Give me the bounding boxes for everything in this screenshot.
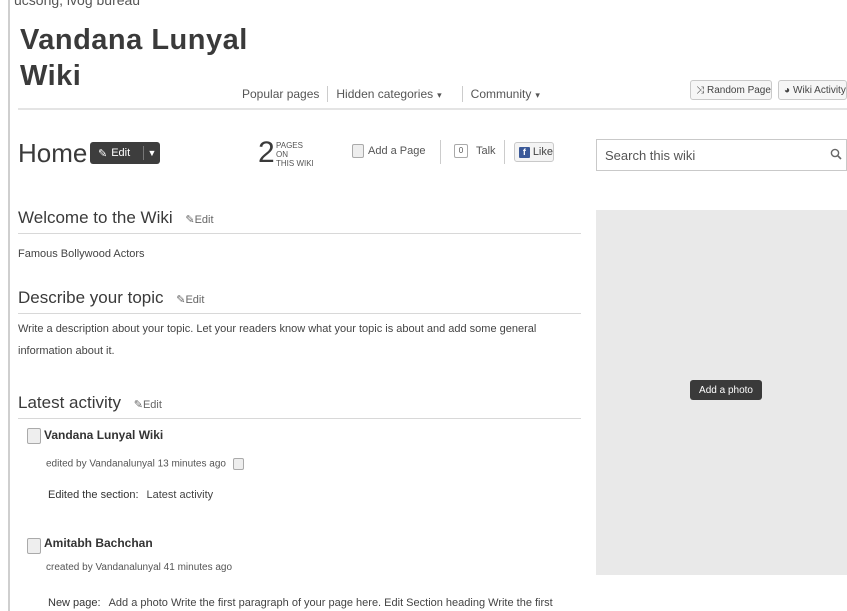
welcome-heading-text: Welcome to the Wiki [18, 208, 173, 227]
pages-count: 2 [258, 136, 275, 169]
edit-button-main[interactable]: ✎ Edit [90, 147, 143, 160]
search-icon[interactable] [830, 148, 842, 160]
header-divider [18, 108, 847, 110]
wiki-title-line1: Vandana Lunyal [20, 24, 248, 56]
nav-community-label: Community [470, 87, 532, 101]
activity-detail-key: Edited the section: [48, 489, 139, 501]
edit-link-label: Edit [194, 214, 214, 226]
facebook-like-button[interactable]: f Like [514, 142, 554, 162]
top-navigation: Popular pages Hidden categories ▾ Communi… [242, 86, 540, 102]
pages-count-label: PAGES ON THIS WIKI [276, 141, 316, 168]
activity-item-title[interactable]: Amitabh Bachchan [44, 536, 153, 550]
add-photo-button[interactable]: Add a photo [690, 380, 762, 400]
nav-hidden-categories-label: Hidden categories [336, 87, 434, 101]
add-page-label: Add a Page [368, 145, 426, 157]
pencil-icon: ✎ [98, 147, 108, 160]
cropped-header-text: ucsong, ivog bureau [14, 0, 141, 8]
activity-icon: ◕ [784, 84, 791, 96]
welcome-text: Famous Bollywood Actors [18, 248, 145, 260]
random-page-button[interactable]: ⤨ Random Page [690, 80, 772, 100]
pencil-icon: ✎ [185, 214, 195, 226]
nav-separator [327, 86, 329, 102]
diff-icon[interactable] [232, 458, 244, 470]
talk-link[interactable]: 0 Talk [454, 144, 496, 158]
wiki-activity-button[interactable]: ◕ Wiki Activity [778, 80, 847, 100]
page-created-icon [27, 538, 41, 554]
add-page-link[interactable]: Add a Page [352, 144, 426, 158]
pages-label-line1: PAGES ON [276, 141, 303, 159]
nav-hidden-categories[interactable]: Hidden categories ▾ [336, 87, 441, 101]
activity-heading: Latest activity ✎Edit [18, 393, 162, 413]
activity-item-detail: New page: Add a photo Write the first par… [48, 597, 553, 609]
activity-item-title[interactable]: Vandana Lunyal Wiki [44, 428, 163, 442]
describe-heading-text: Describe your topic [18, 288, 164, 307]
activity-meta-text: edited by Vandanalunyal 13 minutes ago [46, 458, 226, 470]
page-edited-icon [27, 428, 41, 444]
nav-community[interactable]: Community ▾ [471, 87, 540, 101]
nav-separator [461, 86, 463, 102]
chevron-down-icon: ▾ [535, 90, 540, 100]
edit-button-label: Edit [111, 147, 131, 159]
tool-separator [504, 140, 505, 164]
activity-detail-value: Latest activity [146, 489, 214, 501]
section-divider [18, 233, 581, 234]
left-border [8, 0, 10, 611]
shuffle-icon: ⤨ [696, 84, 704, 96]
search-placeholder: Search this wiki [605, 147, 696, 163]
pages-label-line2: THIS WIKI [276, 159, 314, 168]
tool-separator [440, 140, 441, 164]
nav-popular-pages[interactable]: Popular pages [242, 87, 319, 101]
section-edit-link[interactable]: ✎Edit [185, 214, 213, 226]
talk-label: Talk [476, 145, 496, 157]
edit-button[interactable]: ✎ Edit ▼ [90, 142, 160, 164]
describe-heading: Describe your topic ✎Edit [18, 288, 204, 308]
pencil-icon: ✎ [133, 399, 143, 411]
search-input[interactable]: Search this wiki [596, 139, 847, 171]
section-divider [18, 313, 581, 314]
wiki-title-line2: Wiki [20, 60, 82, 92]
random-page-label: Random Page [707, 84, 771, 96]
talk-count: 0 [454, 144, 468, 158]
chevron-down-icon[interactable]: ▼ [144, 148, 160, 158]
chevron-down-icon: ▾ [437, 90, 442, 100]
edit-link-label: Edit [185, 294, 205, 306]
page-icon [352, 144, 364, 158]
like-label: Like [532, 146, 553, 158]
wiki-title[interactable]: Vandana Lunyal Wiki [20, 22, 248, 94]
activity-detail-key: New page: [48, 597, 101, 609]
facebook-icon: f [519, 146, 530, 158]
wiki-activity-label: Wiki Activity [793, 84, 846, 96]
welcome-heading: Welcome to the Wiki ✎Edit [18, 208, 214, 228]
describe-text: Write a description about your topic. Le… [18, 323, 537, 357]
section-edit-link[interactable]: ✎Edit [176, 294, 204, 306]
section-divider [18, 418, 581, 419]
activity-item-detail: Edited the section: Latest activity [48, 489, 213, 501]
activity-heading-text: Latest activity [18, 393, 121, 412]
section-edit-link[interactable]: ✎Edit [134, 399, 162, 411]
page-title: Home [18, 138, 88, 168]
edit-link-label: Edit [142, 399, 162, 411]
activity-item-meta: created by Vandanalunyal 41 minutes ago [46, 562, 233, 573]
activity-item-meta: edited by Vandanalunyal 13 minutes ago [46, 458, 244, 470]
activity-detail-value: Add a photo Write the first paragraph of… [108, 597, 553, 609]
